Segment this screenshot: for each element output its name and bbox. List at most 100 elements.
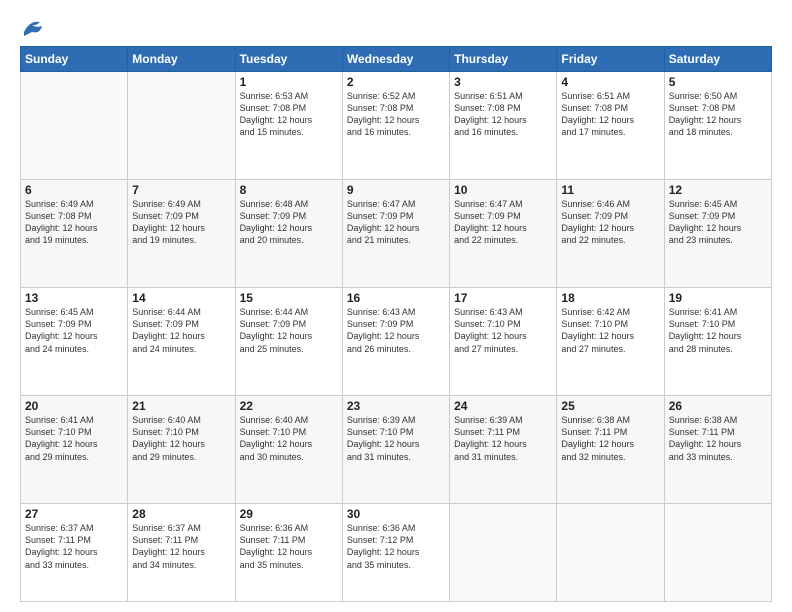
cell-info-text: Sunrise: 6:51 AMSunset: 7:08 PMDaylight:… <box>454 90 552 139</box>
calendar-week-row: 27Sunrise: 6:37 AMSunset: 7:11 PMDayligh… <box>21 504 772 602</box>
cell-info-text: Sunrise: 6:44 AMSunset: 7:09 PMDaylight:… <box>132 306 230 355</box>
cell-info-text: Sunrise: 6:39 AMSunset: 7:10 PMDaylight:… <box>347 414 445 463</box>
calendar-cell: 1Sunrise: 6:53 AMSunset: 7:08 PMDaylight… <box>235 72 342 180</box>
calendar-cell: 11Sunrise: 6:46 AMSunset: 7:09 PMDayligh… <box>557 180 664 288</box>
day-number: 27 <box>25 507 123 521</box>
cell-info-text: Sunrise: 6:41 AMSunset: 7:10 PMDaylight:… <box>669 306 767 355</box>
day-number: 30 <box>347 507 445 521</box>
day-number: 3 <box>454 75 552 89</box>
cell-info-text: Sunrise: 6:40 AMSunset: 7:10 PMDaylight:… <box>240 414 338 463</box>
cell-info-text: Sunrise: 6:36 AMSunset: 7:11 PMDaylight:… <box>240 522 338 571</box>
calendar-cell: 7Sunrise: 6:49 AMSunset: 7:09 PMDaylight… <box>128 180 235 288</box>
cell-info-text: Sunrise: 6:43 AMSunset: 7:09 PMDaylight:… <box>347 306 445 355</box>
day-number: 17 <box>454 291 552 305</box>
day-number: 26 <box>669 399 767 413</box>
day-number: 12 <box>669 183 767 197</box>
day-number: 20 <box>25 399 123 413</box>
calendar-cell: 10Sunrise: 6:47 AMSunset: 7:09 PMDayligh… <box>450 180 557 288</box>
cell-info-text: Sunrise: 6:38 AMSunset: 7:11 PMDaylight:… <box>669 414 767 463</box>
calendar-cell: 8Sunrise: 6:48 AMSunset: 7:09 PMDaylight… <box>235 180 342 288</box>
day-number: 29 <box>240 507 338 521</box>
day-number: 24 <box>454 399 552 413</box>
day-of-week-header: Wednesday <box>342 47 449 72</box>
cell-info-text: Sunrise: 6:48 AMSunset: 7:09 PMDaylight:… <box>240 198 338 247</box>
page: SundayMondayTuesdayWednesdayThursdayFrid… <box>0 0 792 612</box>
day-number: 7 <box>132 183 230 197</box>
day-number: 10 <box>454 183 552 197</box>
calendar-week-row: 13Sunrise: 6:45 AMSunset: 7:09 PMDayligh… <box>21 288 772 396</box>
cell-info-text: Sunrise: 6:38 AMSunset: 7:11 PMDaylight:… <box>561 414 659 463</box>
calendar-week-row: 6Sunrise: 6:49 AMSunset: 7:08 PMDaylight… <box>21 180 772 288</box>
calendar-cell <box>664 504 771 602</box>
cell-info-text: Sunrise: 6:37 AMSunset: 7:11 PMDaylight:… <box>25 522 123 571</box>
calendar-table: SundayMondayTuesdayWednesdayThursdayFrid… <box>20 46 772 602</box>
calendar-cell: 6Sunrise: 6:49 AMSunset: 7:08 PMDaylight… <box>21 180 128 288</box>
calendar-cell: 19Sunrise: 6:41 AMSunset: 7:10 PMDayligh… <box>664 288 771 396</box>
day-of-week-header: Sunday <box>21 47 128 72</box>
cell-info-text: Sunrise: 6:49 AMSunset: 7:08 PMDaylight:… <box>25 198 123 247</box>
day-number: 28 <box>132 507 230 521</box>
cell-info-text: Sunrise: 6:51 AMSunset: 7:08 PMDaylight:… <box>561 90 659 139</box>
calendar-week-row: 1Sunrise: 6:53 AMSunset: 7:08 PMDaylight… <box>21 72 772 180</box>
day-of-week-header: Monday <box>128 47 235 72</box>
calendar-cell: 27Sunrise: 6:37 AMSunset: 7:11 PMDayligh… <box>21 504 128 602</box>
day-number: 4 <box>561 75 659 89</box>
calendar-header-row: SundayMondayTuesdayWednesdayThursdayFrid… <box>21 47 772 72</box>
cell-info-text: Sunrise: 6:36 AMSunset: 7:12 PMDaylight:… <box>347 522 445 571</box>
day-number: 18 <box>561 291 659 305</box>
calendar-cell: 24Sunrise: 6:39 AMSunset: 7:11 PMDayligh… <box>450 396 557 504</box>
calendar-cell: 23Sunrise: 6:39 AMSunset: 7:10 PMDayligh… <box>342 396 449 504</box>
logo <box>20 18 44 36</box>
calendar-cell: 3Sunrise: 6:51 AMSunset: 7:08 PMDaylight… <box>450 72 557 180</box>
calendar-cell: 22Sunrise: 6:40 AMSunset: 7:10 PMDayligh… <box>235 396 342 504</box>
day-number: 16 <box>347 291 445 305</box>
cell-info-text: Sunrise: 6:53 AMSunset: 7:08 PMDaylight:… <box>240 90 338 139</box>
day-number: 2 <box>347 75 445 89</box>
cell-info-text: Sunrise: 6:39 AMSunset: 7:11 PMDaylight:… <box>454 414 552 463</box>
calendar-cell: 28Sunrise: 6:37 AMSunset: 7:11 PMDayligh… <box>128 504 235 602</box>
calendar-cell: 29Sunrise: 6:36 AMSunset: 7:11 PMDayligh… <box>235 504 342 602</box>
day-number: 23 <box>347 399 445 413</box>
cell-info-text: Sunrise: 6:45 AMSunset: 7:09 PMDaylight:… <box>25 306 123 355</box>
cell-info-text: Sunrise: 6:42 AMSunset: 7:10 PMDaylight:… <box>561 306 659 355</box>
cell-info-text: Sunrise: 6:50 AMSunset: 7:08 PMDaylight:… <box>669 90 767 139</box>
day-number: 13 <box>25 291 123 305</box>
calendar-cell: 4Sunrise: 6:51 AMSunset: 7:08 PMDaylight… <box>557 72 664 180</box>
calendar-cell <box>128 72 235 180</box>
cell-info-text: Sunrise: 6:37 AMSunset: 7:11 PMDaylight:… <box>132 522 230 571</box>
day-number: 1 <box>240 75 338 89</box>
day-number: 25 <box>561 399 659 413</box>
cell-info-text: Sunrise: 6:46 AMSunset: 7:09 PMDaylight:… <box>561 198 659 247</box>
logo-bird-icon <box>22 18 44 36</box>
calendar-cell: 25Sunrise: 6:38 AMSunset: 7:11 PMDayligh… <box>557 396 664 504</box>
calendar-cell: 13Sunrise: 6:45 AMSunset: 7:09 PMDayligh… <box>21 288 128 396</box>
calendar-cell: 21Sunrise: 6:40 AMSunset: 7:10 PMDayligh… <box>128 396 235 504</box>
day-of-week-header: Saturday <box>664 47 771 72</box>
day-number: 14 <box>132 291 230 305</box>
header <box>20 18 772 36</box>
cell-info-text: Sunrise: 6:47 AMSunset: 7:09 PMDaylight:… <box>454 198 552 247</box>
day-number: 5 <box>669 75 767 89</box>
day-number: 11 <box>561 183 659 197</box>
day-number: 9 <box>347 183 445 197</box>
calendar-cell: 14Sunrise: 6:44 AMSunset: 7:09 PMDayligh… <box>128 288 235 396</box>
calendar-cell: 18Sunrise: 6:42 AMSunset: 7:10 PMDayligh… <box>557 288 664 396</box>
day-number: 19 <box>669 291 767 305</box>
cell-info-text: Sunrise: 6:43 AMSunset: 7:10 PMDaylight:… <box>454 306 552 355</box>
day-number: 8 <box>240 183 338 197</box>
calendar-cell: 2Sunrise: 6:52 AMSunset: 7:08 PMDaylight… <box>342 72 449 180</box>
day-of-week-header: Friday <box>557 47 664 72</box>
calendar-cell: 26Sunrise: 6:38 AMSunset: 7:11 PMDayligh… <box>664 396 771 504</box>
day-number: 21 <box>132 399 230 413</box>
calendar-cell: 12Sunrise: 6:45 AMSunset: 7:09 PMDayligh… <box>664 180 771 288</box>
cell-info-text: Sunrise: 6:47 AMSunset: 7:09 PMDaylight:… <box>347 198 445 247</box>
day-number: 15 <box>240 291 338 305</box>
cell-info-text: Sunrise: 6:52 AMSunset: 7:08 PMDaylight:… <box>347 90 445 139</box>
day-of-week-header: Thursday <box>450 47 557 72</box>
calendar-cell: 17Sunrise: 6:43 AMSunset: 7:10 PMDayligh… <box>450 288 557 396</box>
calendar-cell <box>21 72 128 180</box>
day-number: 22 <box>240 399 338 413</box>
calendar-cell: 15Sunrise: 6:44 AMSunset: 7:09 PMDayligh… <box>235 288 342 396</box>
calendar-cell: 5Sunrise: 6:50 AMSunset: 7:08 PMDaylight… <box>664 72 771 180</box>
day-number: 6 <box>25 183 123 197</box>
